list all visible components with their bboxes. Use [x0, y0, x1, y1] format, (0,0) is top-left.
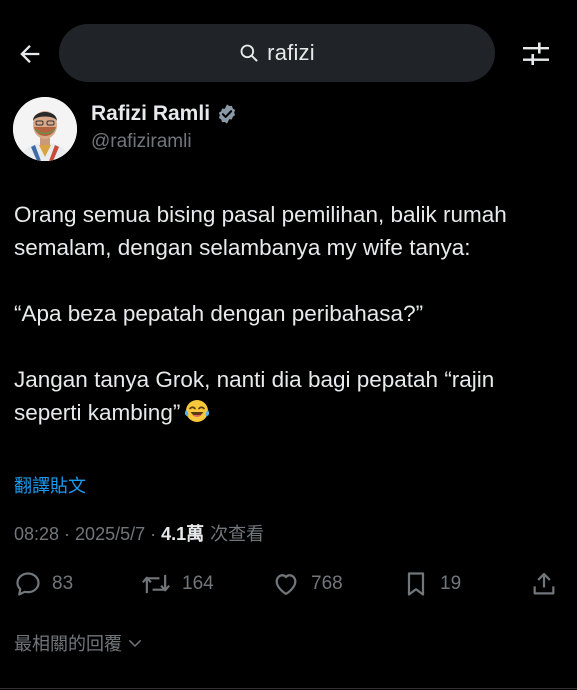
views-label: 次查看: [210, 524, 265, 544]
filter-sliders-icon: [523, 42, 549, 65]
bookmark-icon: [407, 572, 425, 596]
post-text: Orang semua bising pasal pemilihan, bali…: [14, 198, 564, 433]
like-button[interactable]: 768: [271, 562, 343, 606]
search-query: rafizi: [267, 40, 315, 65]
back-button[interactable]: [12, 36, 48, 72]
translate-post-link[interactable]: 翻譯貼文: [14, 472, 86, 498]
share-upload-icon: [533, 572, 555, 595]
reply-button[interactable]: 83: [14, 562, 73, 606]
replies-sort-label: 最相關的回覆: [14, 634, 122, 654]
meta-separator: ·: [150, 524, 157, 544]
author-name-row[interactable]: Rafizi Ramli: [91, 102, 238, 126]
arrow-left-icon: [20, 45, 40, 63]
search-icon: [240, 44, 258, 62]
post-paragraph-last: Jangan tanya Grok, nanti dia bagi pepata…: [14, 363, 564, 433]
avatar-image: [13, 97, 77, 161]
repost-count: 164: [182, 573, 214, 594]
like-count: 768: [311, 573, 343, 594]
post-date[interactable]: 2025/5/7: [75, 524, 145, 545]
top-bar: rafizi: [0, 0, 577, 100]
post-meta: 08:28 · 2025/5/7 · 4.1萬 次查看: [14, 520, 264, 546]
filter-button[interactable]: [517, 36, 555, 72]
avatar[interactable]: [13, 97, 77, 161]
bookmark-count: 19: [440, 573, 462, 594]
post-time[interactable]: 08:28: [14, 524, 59, 545]
post-paragraph: Orang semua bising pasal pemilihan, bali…: [14, 202, 507, 260]
reply-bubble-icon: [16, 572, 40, 596]
tears-of-joy-emoji: [184, 398, 210, 433]
reply-count: 83: [52, 573, 74, 594]
post-paragraph: “Apa beza pepatah dengan peribahasa?”: [14, 301, 424, 326]
repost-button[interactable]: 164: [140, 562, 214, 606]
bookmark-button[interactable]: 19: [402, 562, 461, 606]
repost-icon: [142, 574, 170, 594]
search-input[interactable]: rafizi: [59, 24, 495, 82]
author-name: Rafizi Ramli: [91, 102, 211, 125]
verified-badge-icon: [218, 104, 236, 124]
heart-icon: [275, 574, 297, 596]
divider: [0, 688, 577, 689]
post-paragraph-text: Jangan tanya Grok, nanti dia bagi pepata…: [14, 367, 495, 425]
author-handle[interactable]: @rafiziramli: [91, 131, 192, 153]
chevron-down-icon: [129, 640, 141, 647]
meta-separator: ·: [64, 524, 71, 544]
replies-sort-dropdown[interactable]: 最相關的回覆: [14, 630, 144, 656]
views-count[interactable]: 4.1萬: [161, 520, 204, 546]
share-button[interactable]: [530, 562, 558, 606]
action-bar: 83 164 768 19: [0, 562, 577, 606]
